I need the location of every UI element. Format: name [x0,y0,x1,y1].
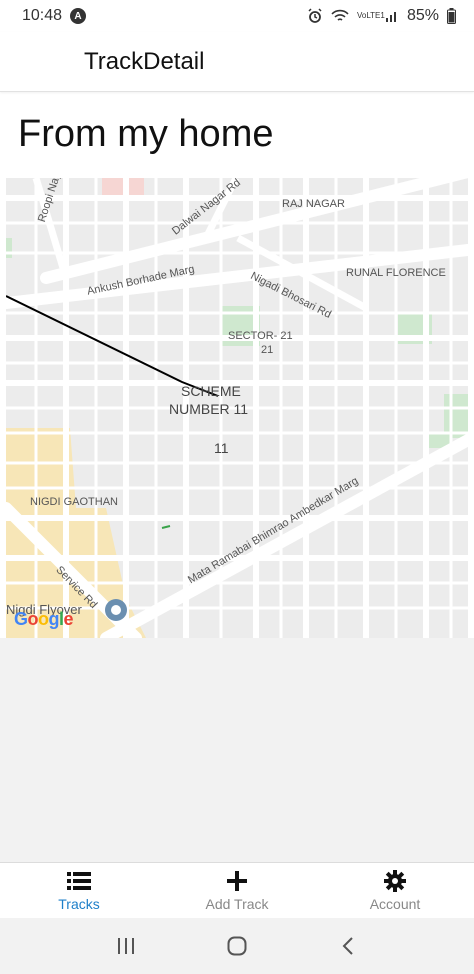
google-logo[interactable]: Google [14,609,74,630]
tab-account-label: Account [369,895,421,912]
map-label-eleven: 11 [214,440,229,456]
status-right: VoLTE1 85% [307,7,456,25]
plus-icon [227,870,247,892]
map-label-scheme: SCHEME [181,383,241,399]
battery-percent: 85% [406,7,439,24]
status-time: 10:48 [22,7,63,24]
home-button[interactable] [217,926,257,966]
app-notification-icon: A [70,8,87,24]
back-icon [342,937,354,955]
home-icon [227,936,247,956]
tab-add-track[interactable]: Add Track [158,863,316,918]
content-empty-area [0,638,474,862]
tab-add-track-label: Add Track [205,895,269,912]
gear-icon [384,869,406,892]
map-view[interactable]: Roopi Nagar Rd Dalwai Nagar Rd RAJ NAGAR… [6,178,468,638]
track-name: From my home [18,113,274,155]
wifi-icon [331,9,349,21]
status-left: 10:48 A [22,7,87,25]
list-icon [67,870,91,892]
map-label-runal: RUNAL FLORENCE [346,267,446,279]
status-bar: 10:48 A VoLTE1 85% [0,0,474,32]
header-title: TrackDetail [84,47,205,75]
battery-icon [447,8,456,24]
bottom-tab-bar: Tracks Add Track Account [0,862,474,918]
map-label-scheme-num: NUMBER 11 [169,401,249,417]
park-area [444,394,468,438]
tab-tracks[interactable]: Tracks [0,863,158,918]
map-label-sector-num: 21 [261,344,274,356]
back-button[interactable] [328,926,368,966]
recent-apps-icon [117,938,134,954]
recent-apps-button[interactable] [106,926,146,966]
network-label: VoLTE1 [356,11,385,20]
signal-icon [385,12,396,22]
map-label-sector: SECTOR- 21 [228,330,293,342]
map-label-nigdi-gaothan: NIGDI GAOTHAN [30,496,119,508]
park-area [6,238,12,258]
map-label-raj-nagar: RAJ NAGAR [282,198,345,210]
system-nav-bar [0,918,474,974]
app-header: TrackDetail [0,32,474,92]
tab-tracks-label: Tracks [58,895,100,912]
tab-account[interactable]: Account [316,863,474,918]
alarm-icon [308,8,322,23]
